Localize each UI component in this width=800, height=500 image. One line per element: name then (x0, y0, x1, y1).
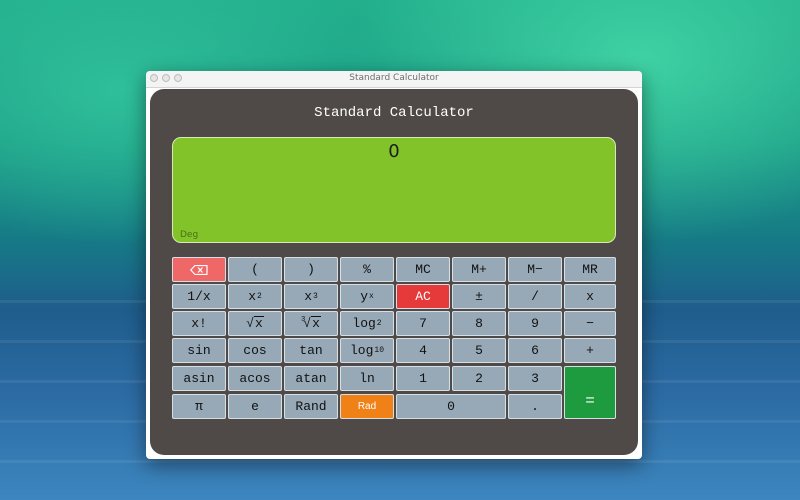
radical-sign: √ (303, 316, 312, 331)
plus-minus-button[interactable]: ± (452, 284, 506, 309)
square-root-radicand: x (254, 316, 264, 331)
window-title: Standard Calculator (349, 73, 439, 83)
display-value: 0 (388, 141, 400, 162)
memory-clear-button[interactable]: MC (396, 257, 450, 282)
cube-button[interactable]: x3 (284, 284, 338, 309)
cube-base: x (304, 289, 312, 304)
equals-button[interactable]: = (564, 366, 616, 419)
log10-subscript: 10 (374, 346, 384, 355)
log2-subscript: 2 (376, 319, 382, 328)
digit-3-button[interactable]: 3 (508, 366, 562, 391)
asin-button[interactable]: asin (172, 366, 226, 391)
backspace-button[interactable] (172, 257, 226, 282)
power-button[interactable]: yx (340, 284, 394, 309)
angle-mode-button[interactable]: Rad (340, 394, 394, 419)
reciprocal-button[interactable]: 1/x (172, 284, 226, 309)
digit-8-button[interactable]: 8 (452, 311, 506, 336)
cos-button[interactable]: cos (228, 338, 282, 363)
cube-exponent: 3 (313, 292, 318, 301)
digit-1-button[interactable]: 1 (396, 366, 450, 391)
decimal-point-button[interactable]: . (508, 394, 562, 419)
multiply-button[interactable]: x (564, 284, 616, 309)
memory-add-button[interactable]: M+ (452, 257, 506, 282)
digit-7-button[interactable]: 7 (396, 311, 450, 336)
minus-button[interactable]: − (564, 311, 616, 336)
cube-root-button[interactable]: 3 √ x (284, 311, 338, 336)
ln-button[interactable]: ln (340, 366, 394, 391)
digit-5-button[interactable]: 5 (452, 338, 506, 363)
digit-6-button[interactable]: 6 (508, 338, 562, 363)
square-base: x (248, 289, 256, 304)
pi-button[interactable]: π (172, 394, 226, 419)
log10-base: log (349, 343, 374, 358)
power-base: y (360, 289, 368, 304)
log2-button[interactable]: log 2 (340, 311, 394, 336)
radical-sign: √ (246, 316, 254, 331)
digit-4-button[interactable]: 4 (396, 338, 450, 363)
open-paren-button[interactable]: ( (228, 257, 282, 282)
calculator-panel: Standard Calculator 0 Deg ( ) % MC M+ M−… (150, 89, 638, 455)
all-clear-button[interactable]: AC (396, 284, 450, 309)
close-paren-button[interactable]: ) (284, 257, 338, 282)
log10-button[interactable]: log 10 (340, 338, 394, 363)
memory-subtract-button[interactable]: M− (508, 257, 562, 282)
sin-button[interactable]: sin (172, 338, 226, 363)
calculator-title: Standard Calculator (314, 105, 474, 121)
square-root-button[interactable]: √ x (228, 311, 282, 336)
digit-2-button[interactable]: 2 (452, 366, 506, 391)
square-button[interactable]: x2 (228, 284, 282, 309)
acos-button[interactable]: acos (228, 366, 282, 391)
log2-base: log (352, 316, 376, 331)
angle-mode-indicator: Deg (180, 230, 199, 240)
digit-0-button[interactable]: 0 (396, 394, 506, 419)
power-exponent: x (369, 292, 374, 301)
window-titlebar[interactable]: Standard Calculator (146, 71, 642, 88)
calculator-window: Standard Calculator Standard Calculator … (146, 71, 642, 459)
percent-button[interactable]: % (340, 257, 394, 282)
plus-button[interactable]: + (564, 338, 616, 363)
backspace-icon (190, 264, 208, 275)
atan-button[interactable]: atan (284, 366, 338, 391)
random-button[interactable]: Rand (284, 394, 338, 419)
divide-button[interactable]: / (508, 284, 562, 309)
tan-button[interactable]: tan (284, 338, 338, 363)
calculator-display: 0 Deg (172, 137, 616, 243)
euler-button[interactable]: e (228, 394, 282, 419)
digit-9-button[interactable]: 9 (508, 311, 562, 336)
cube-root-radicand: x (311, 316, 321, 331)
factorial-button[interactable]: x! (172, 311, 226, 336)
square-exponent: 2 (257, 292, 262, 301)
memory-recall-button[interactable]: MR (564, 257, 616, 282)
